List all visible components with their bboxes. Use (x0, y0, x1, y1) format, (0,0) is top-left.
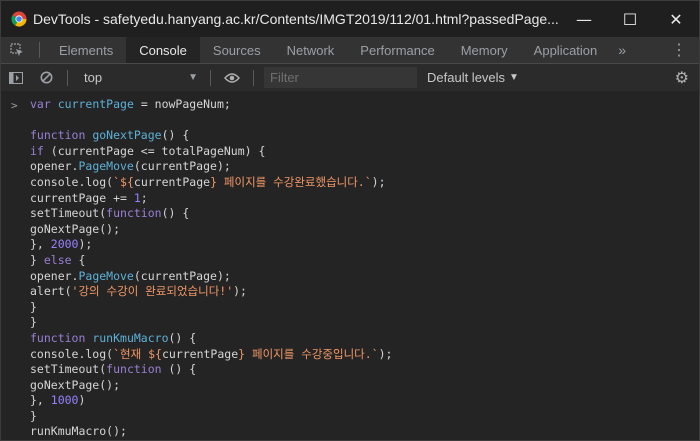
code-line: } else { (30, 252, 86, 267)
code-line: currentPage += 1; (30, 190, 148, 205)
toolbar-divider (253, 69, 254, 86)
window-controls: — ☐ ✕ (561, 1, 699, 37)
tab-elements[interactable]: Elements (46, 37, 126, 63)
sidebar-toggle-icon[interactable] (1, 64, 31, 91)
code-line: opener.PageMove(currentPage); (30, 268, 231, 283)
code-line: runKmuMacro(); (30, 424, 127, 439)
close-button[interactable]: ✕ (653, 1, 699, 37)
context-value: top (84, 70, 103, 85)
code-line: goNextPage(); (30, 377, 121, 392)
title-bar: DevTools - safetyedu.hanyang.ac.kr/Conte… (1, 1, 699, 37)
tab-memory[interactable]: Memory (448, 37, 521, 63)
chevron-down-icon: ▼ (509, 72, 519, 83)
tab-console[interactable]: Console (126, 37, 200, 63)
log-levels-label: Default levels (427, 70, 506, 85)
code-block: var currentPage = nowPageNum; function g… (30, 97, 699, 440)
inspect-element-icon[interactable] (1, 37, 33, 63)
code-line: }, 1000) (30, 393, 86, 408)
chrome-icon (11, 11, 27, 27)
chevron-down-icon: ▼ (188, 72, 198, 83)
tab-performance[interactable]: Performance (347, 37, 447, 63)
code-line: } (30, 299, 37, 314)
code-line: function runKmuMacro() { (30, 330, 197, 345)
context-selector[interactable]: top ▼ (74, 64, 204, 91)
tab-network[interactable]: Network (274, 37, 348, 63)
code-line: function goNextPage() { (30, 128, 190, 143)
code-line: alert('강의 수강이 완료되었습니다!'); (30, 284, 247, 299)
console-output[interactable]: > var currentPage = nowPageNum; function… (1, 91, 699, 440)
code-line: setTimeout(function() { (30, 206, 190, 221)
maximize-button[interactable]: ☐ (607, 1, 653, 37)
code-line: if (currentPage <= totalPageNum) { (30, 143, 266, 158)
toolbar-divider (210, 69, 211, 86)
tab-sources[interactable]: Sources (200, 37, 274, 63)
code-line: setTimeout(function () { (30, 362, 197, 377)
prompt-icon: > (11, 99, 18, 112)
gear-icon[interactable]: ⚙ (675, 64, 689, 91)
eye-icon[interactable] (217, 64, 247, 91)
code-line: console.log(`${currentPage} 페이지를 수강완료했습니… (30, 174, 386, 189)
code-line: } (30, 408, 37, 423)
toolbar-divider (67, 69, 68, 86)
code-line: } (30, 315, 37, 330)
code-line: var currentPage = nowPageNum; (30, 97, 231, 111)
code-line: goNextPage(); (30, 221, 121, 236)
console-toolbar: top ▼ Default levels ▼ ⚙ (1, 64, 699, 92)
window-title: DevTools - safetyedu.hanyang.ac.kr/Conte… (33, 11, 559, 27)
toolbar-divider (39, 42, 40, 58)
more-options-icon[interactable]: ⋮ (671, 37, 687, 63)
code-line: console.log(`현재 ${currentPage} 페이지를 수강중입… (30, 346, 393, 361)
log-levels-dropdown[interactable]: Default levels ▼ (427, 70, 519, 85)
minimize-button[interactable]: — (561, 1, 607, 37)
clear-console-icon[interactable] (31, 64, 61, 91)
panel-tab-bar: Elements Console Sources Network Perform… (1, 37, 699, 64)
code-line: opener.PageMove(currentPage); (30, 159, 231, 174)
filter-input[interactable] (264, 67, 417, 88)
more-tabs-button[interactable]: » (610, 42, 634, 58)
tab-application[interactable]: Application (521, 37, 611, 63)
devtools-window: DevTools - safetyedu.hanyang.ac.kr/Conte… (0, 0, 700, 441)
code-line: }, 2000); (30, 237, 93, 252)
